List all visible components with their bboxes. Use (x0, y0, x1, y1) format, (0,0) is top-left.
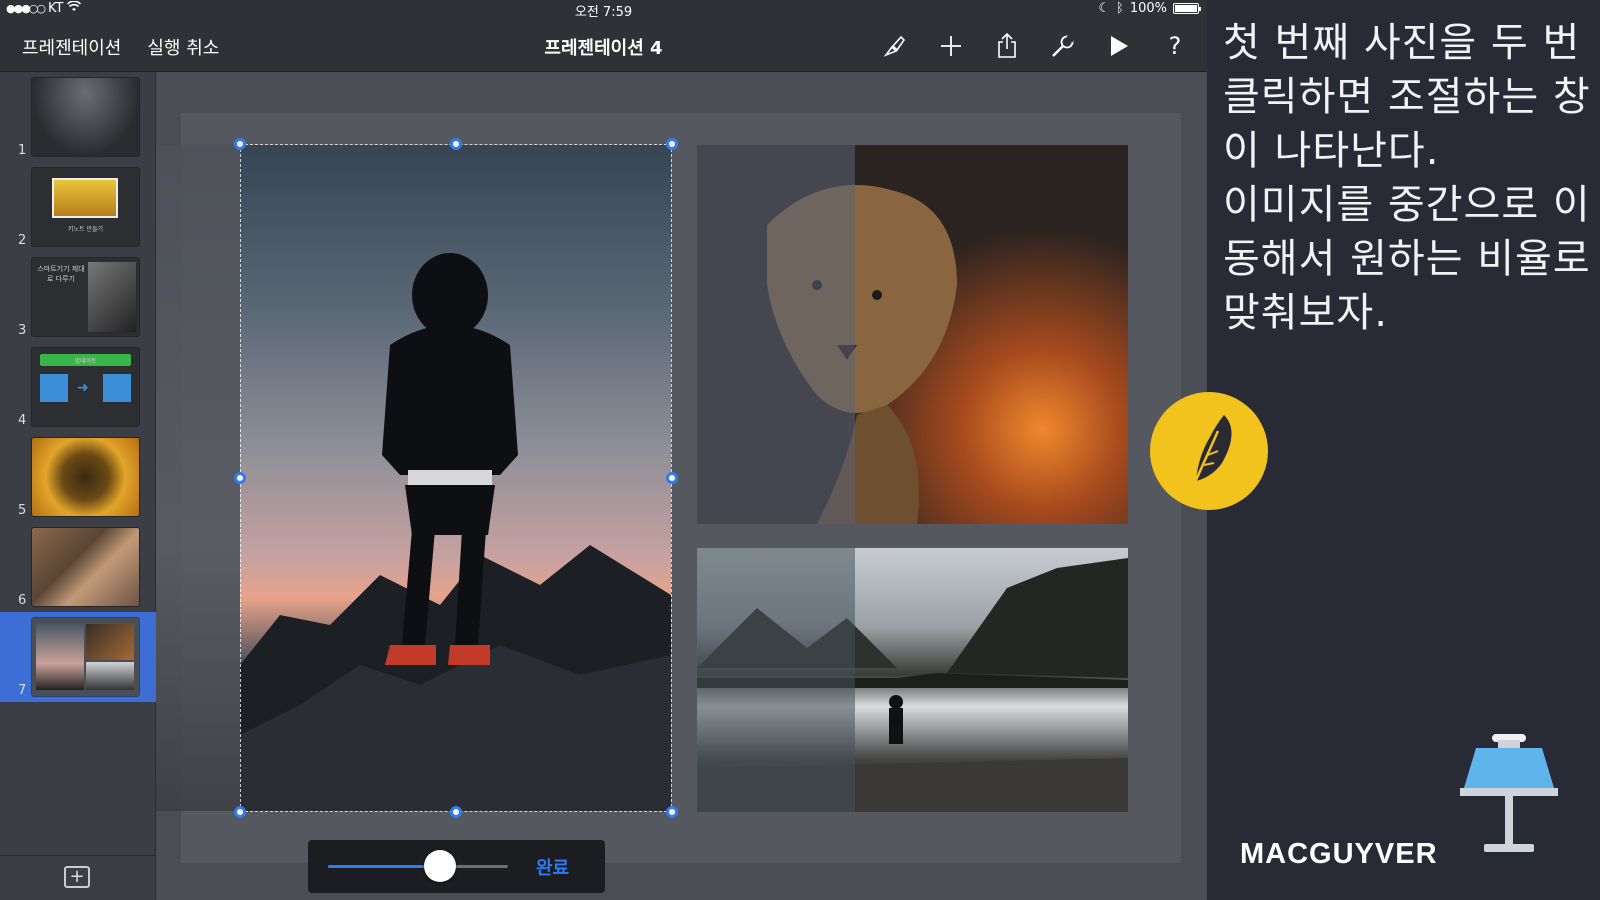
slide-thumb-5[interactable]: 5 (0, 432, 156, 522)
scale-slider-fill (328, 865, 440, 868)
presentations-button[interactable]: 프레젠테이션 (22, 34, 121, 60)
slide-preview (32, 618, 139, 696)
slide-thumb-2[interactable]: 키노트 만들기 2 (0, 162, 156, 252)
slide-number: 5 (18, 503, 27, 518)
format-brush-icon[interactable] (879, 30, 911, 62)
slide-thumb-1[interactable]: 1 (0, 72, 156, 162)
slide-thumb-6[interactable]: 6 (0, 522, 156, 612)
undo-button[interactable]: 실행 취소 (147, 34, 219, 60)
help-label: ? (1168, 32, 1182, 60)
sunflower-image (52, 178, 118, 218)
brand-name: MACGUYVER (1240, 838, 1438, 870)
divider (0, 855, 156, 856)
blue-box (40, 374, 68, 402)
slide-number: 4 (18, 413, 27, 428)
lake-mini (86, 662, 134, 690)
slide-preview: 키노트 만들기 (32, 168, 139, 246)
toolbar: 프레젠테이션 실행 취소 프레젠테이션 4 ? (0, 20, 1207, 72)
slide-number: 1 (18, 143, 27, 158)
keyboard-image (88, 262, 136, 332)
slide-preview (32, 528, 139, 606)
slide-thumb-7[interactable]: 7 (0, 612, 156, 702)
moon-icon: ☾ (1098, 1, 1111, 16)
add-icon[interactable] (935, 30, 967, 62)
slide-preview: 스마트기기 제대로 다루기 (32, 258, 139, 336)
resize-handle-bottom[interactable] (450, 806, 462, 818)
arrow-right-icon: ➜ (77, 380, 89, 396)
ipad-screen: ●●●○○ KT 오전 7:59 ☾ ᛒ 100% 프레젠테이션 실행 취소 프… (0, 0, 1207, 900)
status-bar: ●●●○○ KT 오전 7:59 ☾ ᛒ 100% (0, 0, 1207, 20)
battery-percent: 100% (1129, 1, 1167, 16)
masked-overflow-image (156, 145, 244, 811)
done-button[interactable]: 완료 (536, 854, 569, 880)
bluetooth-icon: ᛒ (1116, 1, 1124, 16)
clock: 오전 7:59 (574, 5, 633, 20)
keynote-icon (1460, 734, 1558, 852)
mask-scale-control: 완료 (308, 840, 605, 893)
resize-handle-right[interactable] (666, 472, 678, 484)
share-icon[interactable] (991, 30, 1023, 62)
feather-logo-badge (1150, 392, 1268, 510)
slide-preview (32, 78, 139, 156)
caption-text: 첫 번째 사진을 두 번 클릭하면 조절하는 창이 나타난다. 이미지를 중간으… (1223, 20, 1591, 336)
mask-selection-frame (240, 144, 672, 812)
scale-slider-knob[interactable] (423, 850, 456, 882)
resize-handle-bottom-left[interactable] (234, 806, 246, 818)
lake-mask-overlay (697, 548, 855, 812)
feather-icon (1190, 415, 1232, 490)
slide-thumb-4[interactable]: 업데이트 ➜ 4 (0, 342, 156, 432)
slide-number: 7 (18, 683, 27, 698)
slide-caption: 키노트 만들기 (67, 226, 104, 233)
blue-box (103, 374, 131, 402)
scale-slider-track[interactable] (328, 865, 508, 868)
add-slide-button[interactable]: + (64, 866, 90, 888)
slide-thumb-3[interactable]: 스마트기기 제대로 다루기 3 (0, 252, 156, 342)
slide-caption: 스마트기기 제대로 다루기 (37, 265, 85, 283)
slide-number: 2 (18, 233, 27, 248)
resize-handle-top-left[interactable] (234, 138, 246, 150)
tools-wrench-icon[interactable] (1047, 30, 1079, 62)
slide-navigator: 1 키노트 만들기 2 스마트기기 제대로 다루기 3 업데이트 ➜ 4 5 6… (0, 72, 156, 900)
hiker-mini (36, 624, 84, 690)
help-icon[interactable]: ? (1159, 30, 1191, 62)
slide-number: 3 (18, 323, 27, 338)
play-icon[interactable] (1103, 30, 1135, 62)
slide-caption: 업데이트 (74, 358, 97, 365)
battery-icon (1173, 3, 1201, 14)
slide-preview (32, 438, 139, 516)
resize-handle-top-right[interactable] (666, 138, 678, 150)
lion-mask-overlay (697, 145, 855, 524)
slide-number: 6 (18, 593, 27, 608)
resize-handle-top[interactable] (450, 138, 462, 150)
lion-mini (86, 624, 134, 660)
slide-preview: 업데이트 ➜ (32, 348, 139, 426)
resize-handle-left[interactable] (234, 472, 246, 484)
resize-handle-bottom-right[interactable] (666, 806, 678, 818)
